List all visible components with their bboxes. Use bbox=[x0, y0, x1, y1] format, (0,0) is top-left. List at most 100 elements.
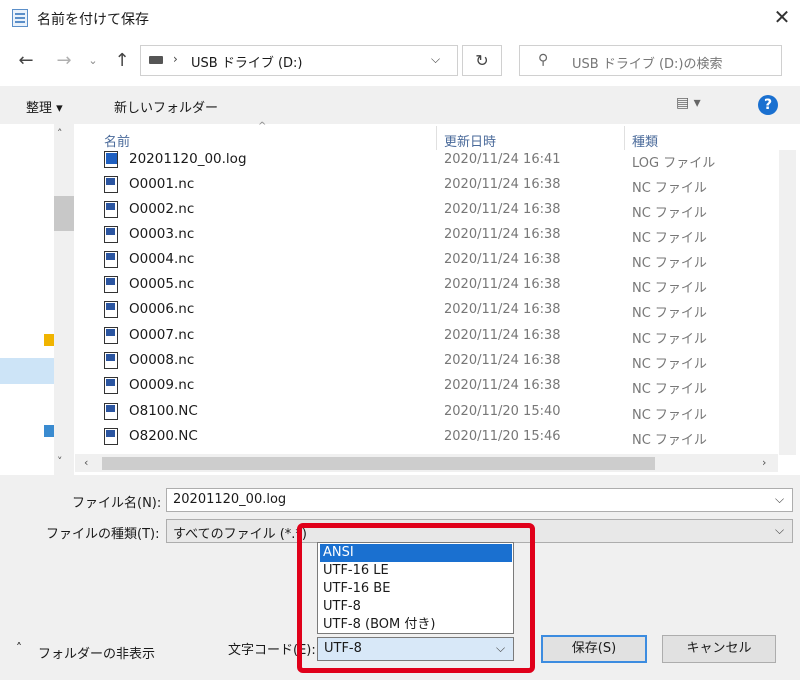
column-divider[interactable] bbox=[624, 126, 625, 150]
list-item[interactable]: O8100.NC 2020/11/20 15:40 NC ファイル bbox=[100, 400, 770, 425]
address-path: USB ドライブ (D:) bbox=[191, 56, 303, 71]
nc-file-icon bbox=[104, 301, 118, 318]
nc-file-icon bbox=[104, 226, 118, 243]
list-item[interactable]: O8200.NC 2020/11/20 15:46 NC ファイル bbox=[100, 425, 770, 450]
log-file-icon bbox=[104, 151, 118, 168]
list-item[interactable]: O0004.nc 2020/11/24 16:38 NC ファイル bbox=[100, 248, 770, 273]
title-bar: 名前を付けて保存 ✕ bbox=[0, 0, 800, 36]
filetype-value: すべてのファイル (*.*) bbox=[173, 527, 307, 542]
file-name: 20201120_00.log bbox=[129, 151, 247, 167]
nc-file-icon bbox=[104, 176, 118, 193]
file-name: O0003.nc bbox=[129, 226, 195, 242]
nc-file-icon bbox=[104, 403, 118, 420]
file-type: NC ファイル bbox=[632, 433, 707, 448]
help-icon[interactable]: ? bbox=[758, 95, 778, 115]
file-type: NC ファイル bbox=[632, 281, 707, 296]
list-item[interactable]: O0001.nc 2020/11/24 16:38 NC ファイル bbox=[100, 173, 770, 198]
file-name: O0008.nc bbox=[129, 352, 195, 368]
view-options-icon[interactable]: ▤ ▾ bbox=[676, 95, 701, 111]
file-type: NC ファイル bbox=[632, 181, 707, 196]
chevron-down-icon[interactable]: ⌵ bbox=[775, 523, 784, 538]
chevron-up-icon[interactable]: ˄ bbox=[16, 641, 22, 655]
nc-file-icon bbox=[104, 251, 118, 268]
document-icon bbox=[12, 9, 28, 27]
search-input[interactable]: ⚲ USB ドライブ (D:)の検索 bbox=[519, 45, 782, 76]
list-item[interactable]: O0005.nc 2020/11/24 16:38 NC ファイル bbox=[100, 273, 770, 298]
file-type: NC ファイル bbox=[632, 206, 707, 221]
search-icon: ⚲ bbox=[538, 52, 549, 68]
nc-file-icon bbox=[104, 201, 118, 218]
cancel-button[interactable]: キャンセル bbox=[662, 635, 776, 663]
navigation-scrollbar[interactable] bbox=[54, 124, 74, 475]
file-type: LOG ファイル bbox=[632, 156, 716, 171]
file-date: 2020/11/20 15:40 bbox=[444, 404, 561, 419]
scroll-right-icon[interactable]: › bbox=[762, 456, 766, 469]
scroll-down-icon[interactable]: ˅ bbox=[57, 455, 63, 468]
file-date: 2020/11/24 16:38 bbox=[444, 202, 561, 217]
new-folder-button[interactable]: 新しいフォルダー bbox=[114, 97, 218, 116]
close-button[interactable]: ✕ bbox=[770, 4, 794, 30]
file-date: 2020/11/24 16:38 bbox=[444, 252, 561, 267]
navigation-item-selected[interactable] bbox=[0, 358, 54, 384]
file-date: 2020/11/24 16:38 bbox=[444, 302, 561, 317]
file-type: NC ファイル bbox=[632, 332, 707, 347]
filetype-label: ファイルの種類(T): bbox=[46, 527, 160, 542]
nc-file-icon bbox=[104, 377, 118, 394]
refresh-icon: ↻ bbox=[475, 51, 489, 70]
file-type: NC ファイル bbox=[632, 357, 707, 372]
list-item[interactable]: O0002.nc 2020/11/24 16:38 NC ファイル bbox=[100, 198, 770, 223]
file-date: 2020/11/24 16:41 bbox=[444, 152, 561, 167]
file-date: 2020/11/20 15:46 bbox=[444, 429, 561, 444]
drive-icon bbox=[149, 56, 163, 64]
sort-indicator-icon: ^ bbox=[258, 121, 267, 132]
folder-icon bbox=[44, 334, 54, 346]
chevron-down-icon[interactable]: ⌵ bbox=[775, 492, 784, 507]
nc-file-icon bbox=[104, 428, 118, 445]
file-date: 2020/11/24 16:38 bbox=[444, 277, 561, 292]
address-bar[interactable]: › USB ドライブ (D:) ⌵ bbox=[140, 45, 458, 76]
file-date: 2020/11/24 16:38 bbox=[444, 328, 561, 343]
file-type: NC ファイル bbox=[632, 408, 707, 423]
file-name: O0009.nc bbox=[129, 377, 195, 393]
file-name: O8200.NC bbox=[129, 428, 198, 444]
nc-file-icon bbox=[104, 327, 118, 344]
recent-locations-chevron-icon[interactable]: ⌄ bbox=[86, 50, 100, 72]
highlight-box bbox=[297, 523, 535, 673]
refresh-button[interactable]: ↻ bbox=[462, 45, 502, 76]
hide-folders-button[interactable]: フォルダーの非表示 bbox=[38, 643, 155, 662]
file-name: O0001.nc bbox=[129, 176, 195, 192]
list-item[interactable]: O0006.nc 2020/11/24 16:38 NC ファイル bbox=[100, 298, 770, 323]
nc-file-icon bbox=[104, 276, 118, 293]
horizontal-scroll-thumb[interactable] bbox=[102, 457, 655, 470]
forward-arrow-icon[interactable]: → bbox=[52, 50, 76, 72]
up-arrow-icon[interactable]: ↑ bbox=[110, 50, 134, 72]
filename-input[interactable]: 20201120_00.log ⌵ bbox=[166, 488, 793, 512]
save-button[interactable]: 保存(S) bbox=[541, 635, 647, 663]
nc-file-icon bbox=[104, 352, 118, 369]
list-item[interactable]: 20201120_00.log 2020/11/24 16:41 LOG ファイ… bbox=[100, 148, 770, 173]
list-item[interactable]: O0007.nc 2020/11/24 16:38 NC ファイル bbox=[100, 324, 770, 349]
column-divider[interactable] bbox=[436, 126, 437, 150]
scroll-left-icon[interactable]: ‹ bbox=[84, 456, 88, 469]
file-date: 2020/11/24 16:38 bbox=[444, 353, 561, 368]
file-list-vertical-scrollbar[interactable] bbox=[779, 150, 796, 455]
file-name: O0002.nc bbox=[129, 201, 195, 217]
file-name: O0005.nc bbox=[129, 276, 195, 292]
organize-button[interactable]: 整理 ▾ bbox=[26, 97, 63, 116]
scroll-up-icon[interactable]: ˄ bbox=[57, 127, 63, 140]
file-name: O0004.nc bbox=[129, 251, 195, 267]
list-item[interactable]: O0008.nc 2020/11/24 16:38 NC ファイル bbox=[100, 349, 770, 374]
search-placeholder: USB ドライブ (D:)の検索 bbox=[572, 57, 723, 72]
file-type: NC ファイル bbox=[632, 231, 707, 246]
list-item[interactable]: O0003.nc 2020/11/24 16:38 NC ファイル bbox=[100, 223, 770, 248]
file-date: 2020/11/24 16:38 bbox=[444, 227, 561, 242]
navigation-scroll-thumb[interactable] bbox=[54, 196, 74, 231]
filename-label: ファイル名(N): bbox=[72, 496, 162, 511]
file-type: NC ファイル bbox=[632, 382, 707, 397]
window-title: 名前を付けて保存 bbox=[37, 12, 149, 28]
back-arrow-icon[interactable]: ← bbox=[14, 50, 38, 72]
file-name: O8100.NC bbox=[129, 403, 198, 419]
chevron-down-icon[interactable]: ⌵ bbox=[431, 52, 440, 67]
list-item[interactable]: O0009.nc 2020/11/24 16:38 NC ファイル bbox=[100, 374, 770, 399]
filename-value: 20201120_00.log bbox=[173, 492, 287, 507]
